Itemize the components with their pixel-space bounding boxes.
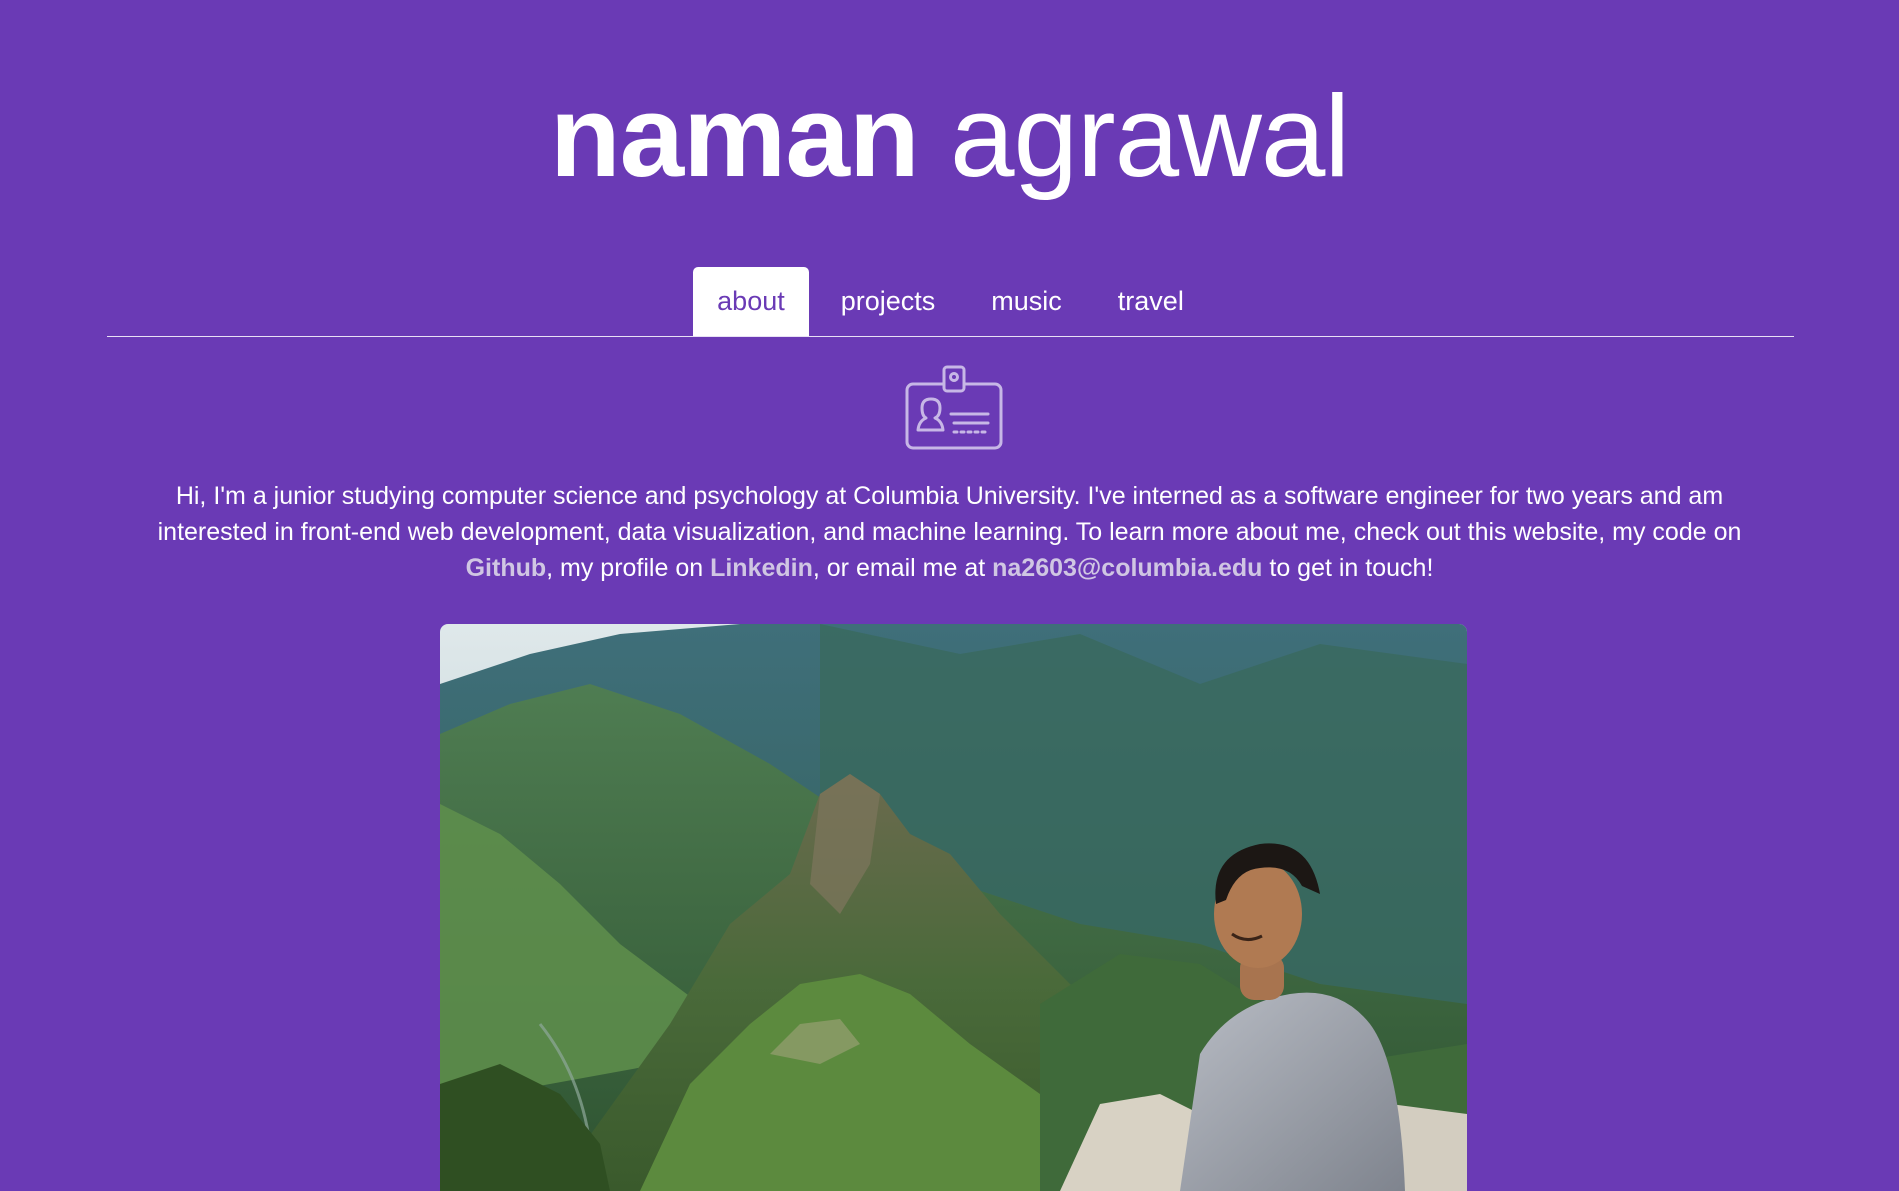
linkedin-link[interactable]: Linkedin xyxy=(710,554,813,582)
intro-part-1: Hi, I'm a junior studying computer scien… xyxy=(157,482,1742,546)
profile-photo xyxy=(440,624,1467,1191)
page: naman agrawal about projects music trave… xyxy=(0,0,1899,1191)
intro-part-4: to get in touch! xyxy=(1262,554,1434,582)
tab-travel[interactable]: travel xyxy=(1094,267,1208,336)
email-link[interactable]: na2603@columbia.edu xyxy=(992,554,1262,582)
first-name: naman xyxy=(549,71,920,201)
tab-music[interactable]: music xyxy=(967,267,1086,336)
tab-projects[interactable]: projects xyxy=(817,267,960,336)
tab-about[interactable]: about xyxy=(693,267,809,336)
intro-part-2: , my profile on xyxy=(546,554,711,582)
nav-tabs: about projects music travel xyxy=(107,267,1794,337)
site-title: naman agrawal xyxy=(0,66,1899,206)
mountain-landscape-photo xyxy=(440,624,1467,1191)
last-name: agrawal xyxy=(949,71,1350,201)
id-badge-icon xyxy=(905,365,1003,450)
github-link[interactable]: Github xyxy=(466,554,547,582)
intro-part-3: , or email me at xyxy=(812,554,993,582)
intro-text: Hi, I'm a junior studying computer scien… xyxy=(150,478,1749,586)
